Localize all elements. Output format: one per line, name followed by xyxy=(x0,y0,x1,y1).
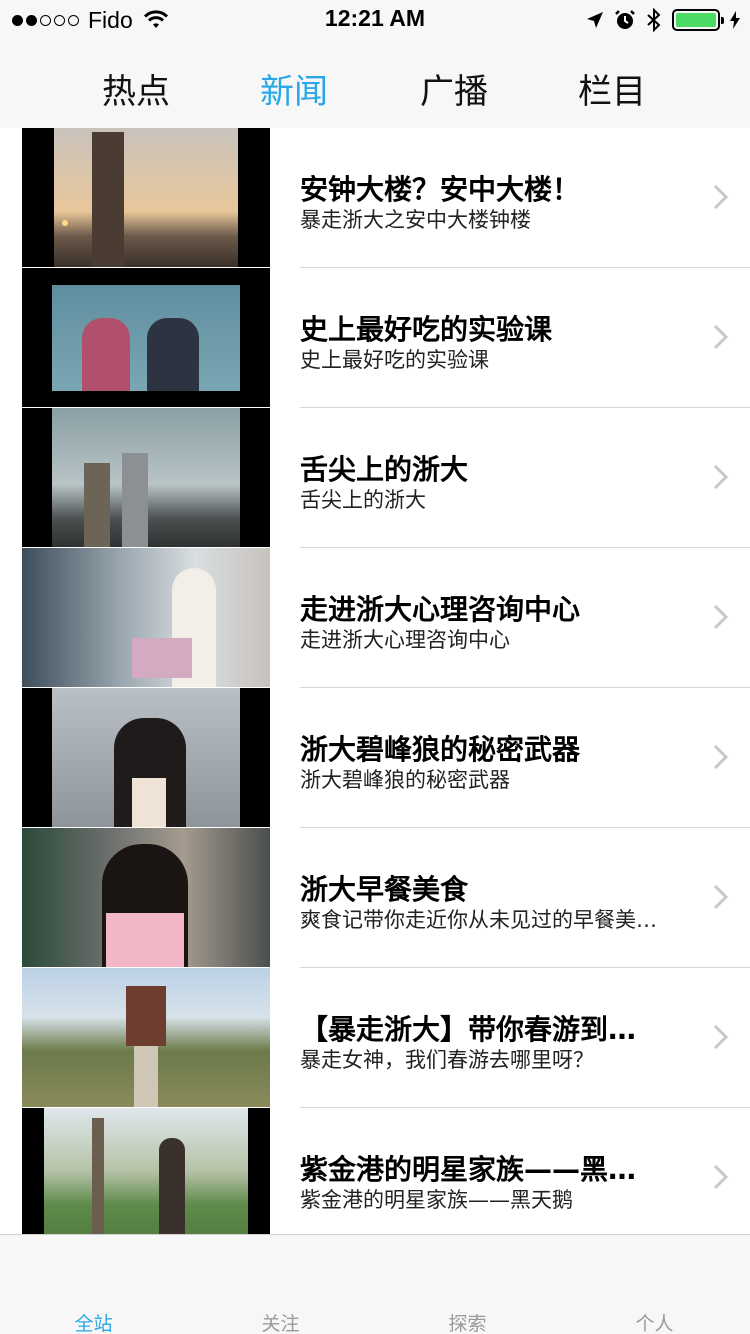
location-arrow-icon xyxy=(587,12,603,28)
video-thumbnail xyxy=(22,688,270,827)
tab-explore[interactable]: 探索 xyxy=(374,1235,561,1334)
news-item[interactable]: 走进浙大心理咨询中心 走进浙大心理咨询中心 xyxy=(0,548,750,688)
news-subtitle: 走进浙大心理咨询中心 xyxy=(300,628,510,652)
news-subtitle: 暴走女神，我们春游去哪里呀？ xyxy=(300,1048,594,1072)
tab-label: 个人 xyxy=(635,1313,674,1334)
news-subtitle: 暴走浙大之安中大楼钟楼 xyxy=(300,208,531,232)
news-title: 【暴走浙大】带你春游到… xyxy=(300,1013,637,1046)
news-title: 走进浙大心理咨询中心 xyxy=(300,593,581,626)
tab-columns[interactable]: 栏目 xyxy=(578,64,646,113)
news-item[interactable]: 安钟大楼？安中大楼！ 暴走浙大之安中大楼钟楼 xyxy=(0,128,750,268)
tab-following[interactable]: 关注 xyxy=(187,1235,374,1334)
tab-hot[interactable]: 热点 xyxy=(102,64,170,113)
news-title: 史上最好吃的实验课 xyxy=(300,313,553,346)
charging-bolt-icon xyxy=(730,11,740,29)
news-title: 浙大碧峰狼的秘密武器 xyxy=(300,733,581,766)
news-subtitle: 舌尖上的浙大 xyxy=(300,488,426,512)
tab-profile[interactable]: 个人 xyxy=(561,1235,748,1334)
chevron-right-icon xyxy=(713,884,729,910)
bottom-tab-bar: 全站 关注 探索 个人 xyxy=(0,1234,750,1334)
video-thumbnail xyxy=(22,1108,270,1234)
news-subtitle: 爽食记带你走近你从未见过的早餐美… xyxy=(300,908,657,932)
video-thumbnail xyxy=(22,128,270,267)
tab-label: 探索 xyxy=(448,1313,487,1334)
tab-news[interactable]: 新闻 xyxy=(260,64,328,113)
video-thumbnail xyxy=(22,268,270,407)
bluetooth-icon xyxy=(647,8,661,32)
chevron-right-icon xyxy=(713,1024,729,1050)
news-item[interactable]: 舌尖上的浙大 舌尖上的浙大 xyxy=(0,408,750,548)
video-thumbnail xyxy=(22,828,270,967)
chevron-right-icon xyxy=(713,604,729,630)
news-title: 舌尖上的浙大 xyxy=(300,453,469,486)
video-thumbnail xyxy=(22,408,270,547)
news-title: 紫金港的明星家族——黑… xyxy=(300,1153,637,1186)
battery-icon xyxy=(672,9,724,31)
news-subtitle: 浙大碧峰狼的秘密武器 xyxy=(300,768,510,792)
chevron-right-icon xyxy=(713,324,729,350)
tab-label: 关注 xyxy=(261,1313,300,1334)
news-title: 浙大早餐美食 xyxy=(300,873,469,906)
news-subtitle: 史上最好吃的实验课 xyxy=(300,348,489,372)
video-thumbnail xyxy=(22,968,270,1107)
tab-broadcast[interactable]: 广播 xyxy=(420,64,488,113)
tab-label: 全站 xyxy=(74,1313,113,1334)
news-list: 安钟大楼？安中大楼！ 暴走浙大之安中大楼钟楼 史上最好吃的实验课 史上最好吃的实… xyxy=(0,128,750,1234)
news-subtitle: 紫金港的明星家族——黑天鹅 xyxy=(300,1188,573,1212)
news-item[interactable]: 【暴走浙大】带你春游到… 暴走女神，我们春游去哪里呀？ xyxy=(0,968,750,1108)
chevron-right-icon xyxy=(713,1164,729,1190)
news-item[interactable]: 浙大早餐美食 爽食记带你走近你从未见过的早餐美… xyxy=(0,828,750,968)
tab-all-site[interactable]: 全站 xyxy=(0,1235,187,1334)
status-bar: Fido 12:21 AM xyxy=(0,0,750,40)
news-item[interactable]: 紫金港的明星家族——黑… 紫金港的明星家族——黑天鹅 xyxy=(0,1108,750,1234)
news-title: 安钟大楼？安中大楼！ xyxy=(300,173,581,206)
chevron-right-icon xyxy=(713,744,729,770)
news-item[interactable]: 史上最好吃的实验课 史上最好吃的实验课 xyxy=(0,268,750,408)
news-item[interactable]: 浙大碧峰狼的秘密武器 浙大碧峰狼的秘密武器 xyxy=(0,688,750,828)
top-category-tabs: 热点 新闻 广播 栏目 xyxy=(0,40,750,128)
chevron-right-icon xyxy=(713,184,729,210)
chevron-right-icon xyxy=(713,464,729,490)
alarm-clock-icon xyxy=(615,10,635,29)
video-thumbnail xyxy=(22,548,270,687)
